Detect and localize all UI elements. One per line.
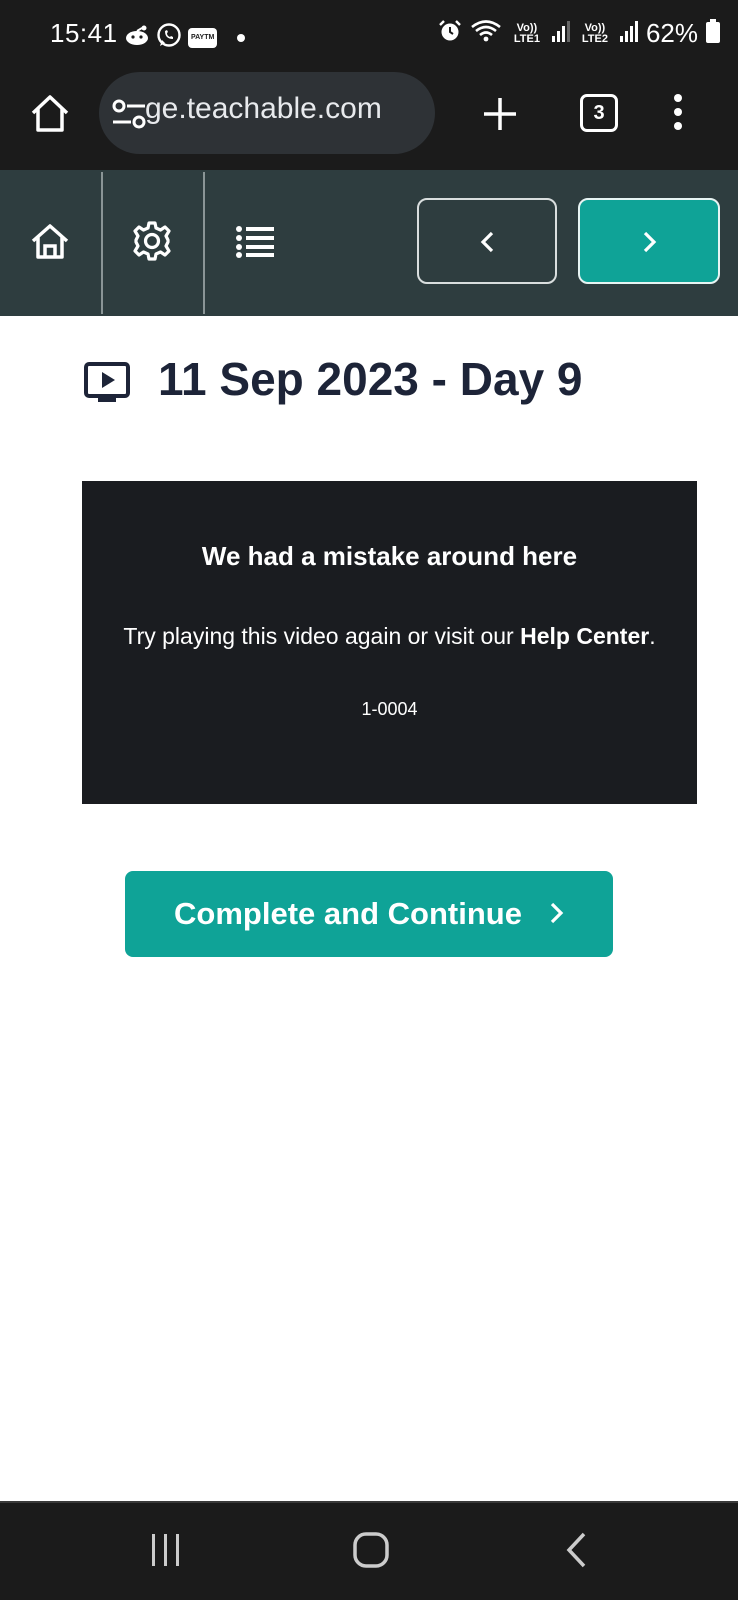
- site-settings-icon[interactable]: [111, 98, 147, 135]
- dot-icon: [237, 33, 246, 42]
- video-lecture-icon: [84, 362, 130, 409]
- tab-switcher-button[interactable]: 3: [580, 94, 618, 132]
- whatsapp-icon: [156, 22, 182, 53]
- video-error-title: We had a mistake around here: [201, 541, 578, 571]
- chevron-right-icon: [643, 231, 657, 258]
- course-home-icon[interactable]: [30, 222, 70, 265]
- new-tab-icon[interactable]: [482, 96, 518, 137]
- signal-icon: [551, 20, 570, 47]
- lecture-title: 11 Sep 2023 - Day 9: [158, 353, 583, 405]
- alarm-icon: [438, 19, 462, 48]
- wifi-icon: [470, 19, 502, 48]
- complete-and-continue-button[interactable]: Complete and Continue: [125, 871, 613, 957]
- video-error-message-end: .: [649, 623, 656, 649]
- battery-icon: [706, 19, 720, 48]
- divider: [101, 172, 103, 314]
- browser-toolbar: ge.teachable.com 3: [0, 70, 738, 170]
- video-error-code: 1-0004: [361, 699, 418, 719]
- help-center-link[interactable]: Help Center: [520, 623, 649, 649]
- divider: [203, 172, 205, 314]
- address-bar[interactable]: ge.teachable.com: [99, 72, 435, 154]
- system-status-icons: Vo)) LTE1 Vo)) LTE2 62%: [438, 18, 720, 49]
- notification-icons: PAYTM: [124, 22, 246, 53]
- status-time: 15:41: [50, 18, 118, 48]
- video-player[interactable]: We had a mistake around here Try playing…: [82, 481, 697, 804]
- back-icon[interactable]: [565, 1532, 587, 1573]
- browser-home-icon[interactable]: [29, 93, 71, 138]
- next-lecture-button[interactable]: [578, 198, 720, 284]
- complete-and-continue-label: Complete and Continue: [174, 896, 522, 931]
- chevron-left-icon: [480, 231, 494, 258]
- settings-gear-icon[interactable]: [131, 220, 173, 267]
- recent-apps-icon[interactable]: [150, 1532, 182, 1573]
- reddit-icon: [124, 24, 150, 51]
- video-error-message: Try playing this video again or visit ou…: [82, 623, 697, 650]
- more-options-icon[interactable]: [672, 94, 684, 135]
- sim1-label: Vo)) LTE1: [513, 21, 540, 45]
- signal-icon: [619, 20, 638, 47]
- chevron-right-icon: [550, 896, 564, 932]
- battery-percent: 62%: [645, 18, 698, 48]
- status-bar: 15:41 PAYTM Vo)) LTE1 Vo)) LTE2 62%: [0, 0, 738, 70]
- video-error-message-text: Try playing this video again or visit ou…: [123, 623, 521, 649]
- curriculum-list-icon[interactable]: [236, 226, 274, 263]
- course-navbar: [0, 170, 738, 316]
- sim2-label: Vo)) LTE2: [581, 21, 608, 45]
- url-text[interactable]: ge.teachable.com: [145, 92, 435, 126]
- home-button-icon[interactable]: [353, 1532, 389, 1573]
- previous-lecture-button[interactable]: [417, 198, 557, 284]
- paytm-icon: PAYTM: [188, 27, 218, 48]
- system-navigation-bar: [0, 1503, 738, 1600]
